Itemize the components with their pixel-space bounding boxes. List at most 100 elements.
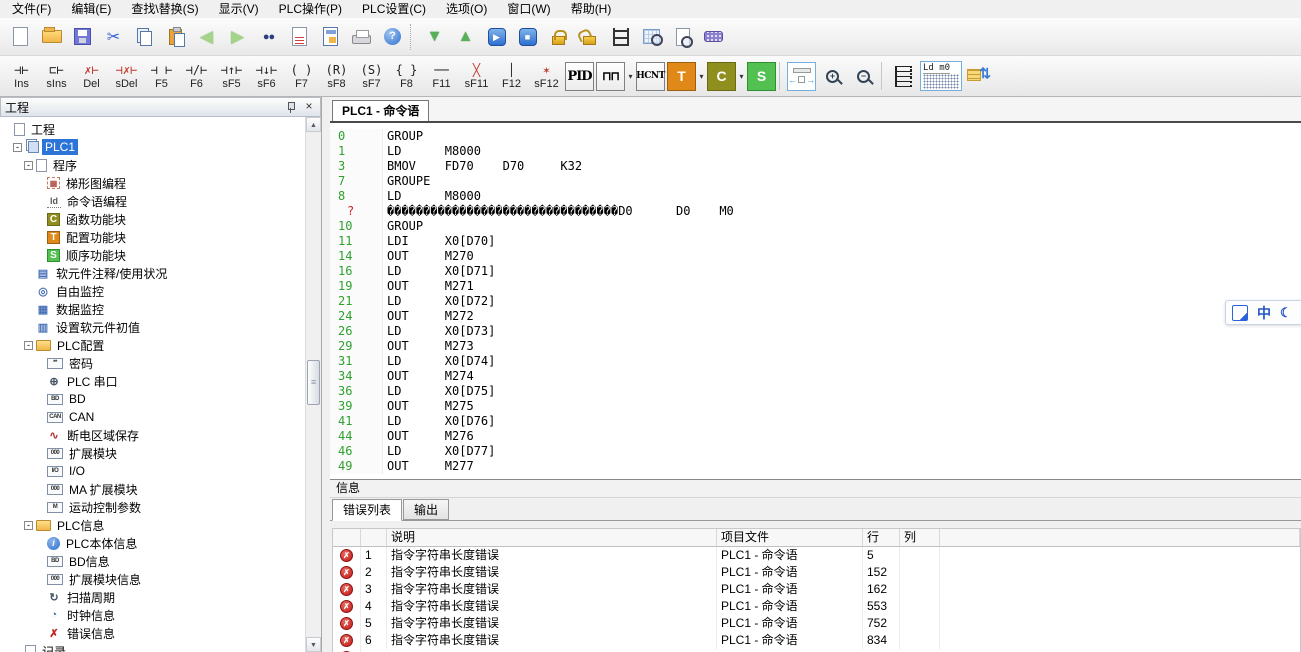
save-project-button[interactable] — [67, 21, 98, 52]
ime-moon-icon[interactable]: ☾ — [1280, 305, 1292, 321]
tab-plc1-instruction-list[interactable]: PLC1 - 命令语 — [332, 100, 429, 121]
code-line[interactable]: 29OUT M273 — [330, 339, 1301, 354]
tree-item-motion-params[interactable]: M运动控制参数 — [0, 498, 305, 516]
menu-file[interactable]: 文件(F) — [2, 0, 61, 18]
search-document-button[interactable] — [667, 21, 698, 52]
print-button[interactable] — [346, 21, 377, 52]
sf12-delvline-button[interactable]: ✶sF12 — [529, 59, 564, 93]
tree-item-scan-cycle[interactable]: ↻扫描周期 — [0, 588, 305, 606]
code-line[interactable]: 24OUT M272 — [330, 309, 1301, 324]
error-row[interactable]: ✗ 4 指令字符串长度错误 PLC1 - 命令语 553 — [333, 598, 1300, 615]
zoom-out-button[interactable]: − — [848, 61, 879, 92]
hcnt-button[interactable]: HCNT — [636, 62, 665, 91]
tab-error-list[interactable]: 错误列表 — [332, 499, 402, 521]
ins-button[interactable]: ⊣⊢Ins — [4, 59, 39, 93]
pid-button[interactable]: PID — [565, 62, 594, 91]
del-button[interactable]: ✗⊢Del — [74, 59, 109, 93]
sidebar-scrollbar[interactable]: ▲ ≡ ▼ — [305, 117, 321, 652]
code-line-error[interactable]: ?��������������������������������D0 D0 M… — [330, 204, 1301, 219]
f5-contact-button[interactable]: ⊣ ⊢F5 — [144, 59, 179, 93]
tree-item-clock-info[interactable]: ◔时钟信息 — [0, 606, 305, 624]
counter-button[interactable]: C — [707, 62, 736, 91]
menu-find-replace[interactable]: 查找\替换(S) — [121, 0, 208, 18]
run-plc-button[interactable]: ▶ — [481, 21, 512, 52]
zoom-in-button[interactable]: + — [817, 61, 848, 92]
tree-item-serial-port[interactable]: ⊕PLC 串口 — [0, 372, 305, 390]
code-line[interactable]: 26LD X0[D73] — [330, 324, 1301, 339]
code-line[interactable]: 0GROUP — [330, 129, 1301, 144]
tree-item-instruction-edit[interactable]: ld命令语编程 — [0, 192, 305, 210]
column-width-button[interactable]: ←→ — [787, 62, 816, 91]
tree-item-error-info[interactable]: ✗错误信息 — [0, 624, 305, 642]
ladder-view-button[interactable] — [888, 61, 919, 92]
ladder-config-button[interactable] — [605, 21, 636, 52]
tree-item-plc-config[interactable]: -PLC配置 — [0, 336, 305, 354]
monitor-table-button[interactable] — [636, 21, 667, 52]
collapse-icon[interactable]: - — [24, 521, 33, 530]
instruction-list-editor[interactable]: 0GROUP 1LD M8000 3BMOV FD70 D70 K32 7GRO… — [330, 125, 1301, 476]
tree-item-project[interactable]: 工程 — [0, 120, 305, 138]
close-icon[interactable]: × — [302, 100, 316, 114]
forward-button[interactable]: ▶ — [222, 21, 253, 52]
open-project-button[interactable] — [36, 21, 67, 52]
sf8-reset-button[interactable]: (R)sF8 — [319, 59, 354, 93]
stop-plc-button[interactable]: ■ — [512, 21, 543, 52]
help-button[interactable]: ? — [377, 21, 408, 52]
code-line[interactable]: 39OUT M275 — [330, 399, 1301, 414]
code-line[interactable]: 8LD M8000 — [330, 189, 1301, 204]
sdel-button[interactable]: ⊣✗⊢sDel — [109, 59, 144, 93]
code-line[interactable]: 11LDI X0[D70] — [330, 234, 1301, 249]
sf6-falling-button[interactable]: ⊣↓⊢sF6 — [249, 59, 284, 93]
tree-item-io[interactable]: I/OI/O — [0, 462, 305, 480]
scroll-down-icon[interactable]: ▼ — [306, 637, 321, 652]
code-line[interactable]: 3BMOV FD70 D70 K32 — [330, 159, 1301, 174]
tree-item-power-save[interactable]: ∿断电区域保存 — [0, 426, 305, 444]
sf11-delline-button[interactable]: ╳sF11 — [459, 59, 494, 93]
col-line[interactable]: 行 — [863, 529, 900, 546]
sidebar-splitter[interactable] — [322, 97, 330, 652]
download-program-button[interactable]: ▼ — [419, 21, 450, 52]
code-line[interactable]: 46LD X0[D77] — [330, 444, 1301, 459]
code-line[interactable]: 19OUT M271 — [330, 279, 1301, 294]
error-row[interactable]: ✗ 2 指令字符串长度错误 PLC1 - 命令语 152 — [333, 564, 1300, 581]
tree-item-bd-info[interactable]: BDBD信息 — [0, 552, 305, 570]
ime-language-toggle[interactable]: 中 — [1257, 303, 1271, 323]
tab-output[interactable]: 输出 — [403, 499, 449, 520]
serial-device-button[interactable] — [698, 21, 729, 52]
collapse-icon[interactable]: - — [24, 341, 33, 350]
tree-item-device-comment[interactable]: ▤软元件注释/使用状况 — [0, 264, 305, 282]
collapse-icon[interactable]: - — [13, 143, 22, 152]
tree-item-expansion-module[interactable]: 000扩展模块 — [0, 444, 305, 462]
menu-plc-settings[interactable]: PLC设置(C) — [352, 0, 436, 18]
tree-item-record[interactable]: 记录 — [0, 642, 305, 652]
output-doc-button[interactable] — [315, 21, 346, 52]
tree-item-plc-body-info[interactable]: iPLC本体信息 — [0, 534, 305, 552]
menu-options[interactable]: 选项(O) — [436, 0, 497, 18]
code-line[interactable]: 1LD M8000 — [330, 144, 1301, 159]
tree-item-plc-info[interactable]: -PLC信息 — [0, 516, 305, 534]
tree-item-initial-values[interactable]: ▥设置软元件初值 — [0, 318, 305, 336]
lock-button[interactable] — [543, 21, 574, 52]
tree-item-data-monitor[interactable]: ▦数据监控 — [0, 300, 305, 318]
code-line[interactable]: 21LD X0[D72] — [330, 294, 1301, 309]
upload-program-button[interactable]: ▲ — [450, 21, 481, 52]
code-line[interactable]: 41LD X0[D76] — [330, 414, 1301, 429]
code-line[interactable]: 7GROUPE — [330, 174, 1301, 189]
error-row[interactable]: ✗ 1 指令字符串长度错误 PLC1 - 命令语 5 — [333, 547, 1300, 564]
paste-button[interactable] — [160, 21, 191, 52]
code-line[interactable]: 44OUT M276 — [330, 429, 1301, 444]
cut-button[interactable]: ✂ — [98, 21, 129, 52]
code-line[interactable]: 14OUT M270 — [330, 249, 1301, 264]
error-row[interactable]: ✗ 5 指令字符串长度错误 PLC1 - 命令语 752 — [333, 615, 1300, 632]
tree-item-function-block[interactable]: C函数功能块 — [0, 210, 305, 228]
sf7-set-button[interactable]: (S)sF7 — [354, 59, 389, 93]
timer-button[interactable]: T — [667, 62, 696, 91]
f11-hline-button[interactable]: ──F11 — [424, 59, 459, 93]
back-button[interactable]: ◀ — [191, 21, 222, 52]
menu-plc-operation[interactable]: PLC操作(P) — [269, 0, 352, 18]
tree-item-plc1[interactable]: -PLC1 — [0, 138, 305, 156]
ime-pen-icon[interactable] — [1232, 305, 1248, 321]
instruction-list-view-button[interactable]: Ld m0 — [920, 61, 962, 91]
tree-item-password[interactable]: **密码 — [0, 354, 305, 372]
unlock-button[interactable] — [574, 21, 605, 52]
